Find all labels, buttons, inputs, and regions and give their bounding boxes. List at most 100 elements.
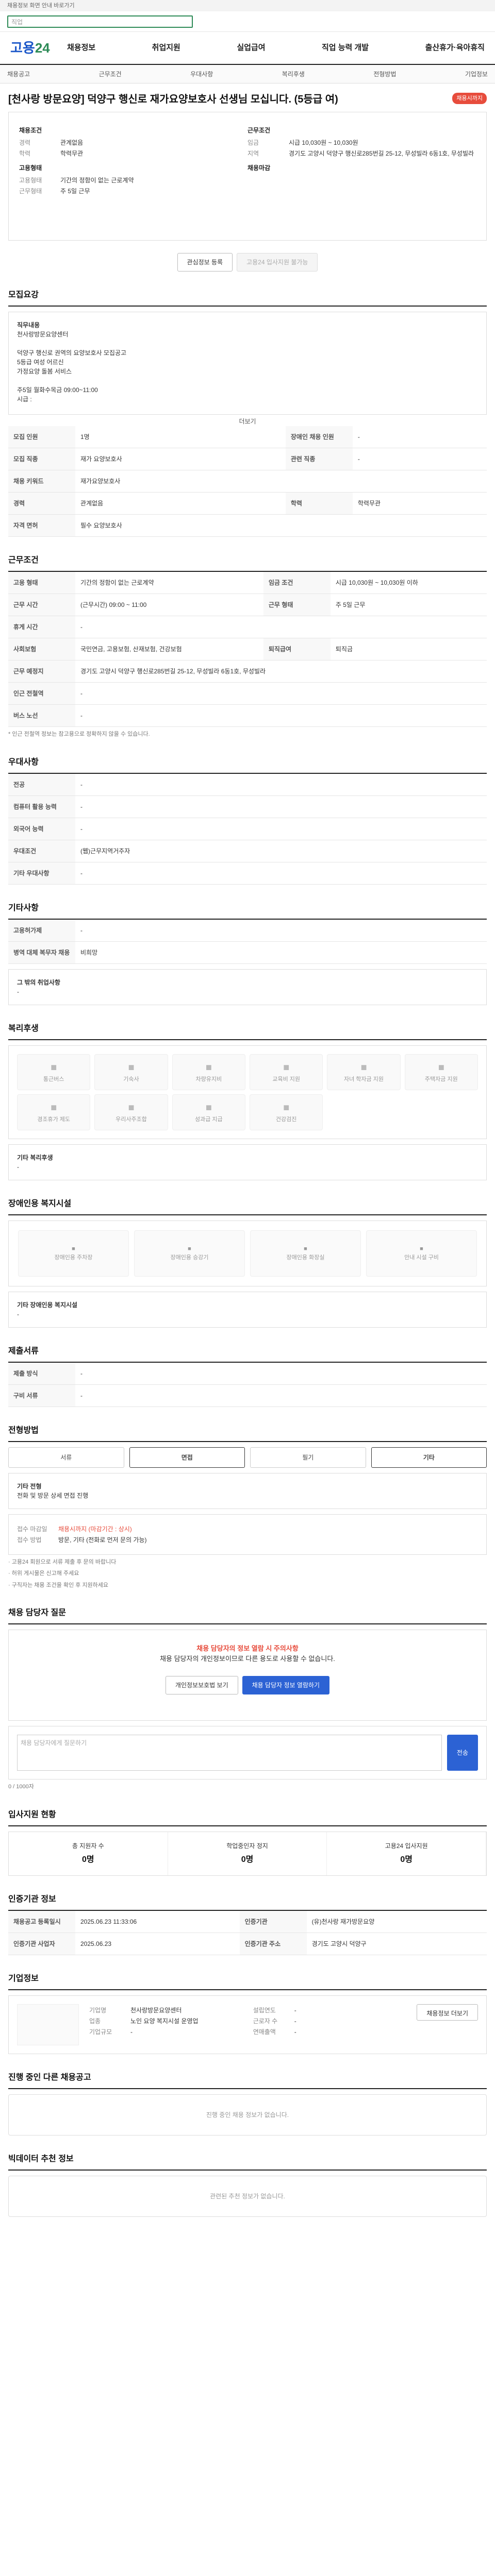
section-title: 인증기관 정보 (8, 1893, 487, 1911)
section-title: 기타사항 (8, 902, 487, 920)
menu-item[interactable]: 실업급여 (237, 42, 265, 54)
more-button[interactable]: 더보기 (8, 417, 487, 426)
key: 퇴직급여 (263, 638, 331, 660)
key: 접수 방법 (17, 1536, 42, 1544)
empty-state: 진행 중인 채용 정보가 없습니다. (8, 2094, 487, 2136)
label: 우리사주조합 (116, 1116, 147, 1123)
tab[interactable]: 근무조건 (99, 70, 122, 79)
label: 그 밖의 취업사항 (17, 978, 60, 986)
value: - (294, 2017, 296, 2025)
screen-card: 기타 전형 전화 및 방문 상세 면접 진행 (8, 1472, 487, 1509)
section-title: 근무조건 (8, 554, 487, 572)
label: 통근버스 (43, 1076, 64, 1083)
kv: 기업규모 - (89, 2027, 243, 2037)
company-more-button[interactable]: 채용정보 더보기 (417, 2004, 478, 2021)
table-row: 제출 방식 - (8, 1362, 487, 1385)
search-input[interactable]: 직업 (7, 15, 193, 28)
value: 노인 요양 복지시설 운영업 (130, 2017, 199, 2025)
document-section: 제출서류 제출 방식 - 구비 서류 - (8, 1345, 487, 1407)
key: 기업규모 (89, 2028, 112, 2036)
logo-accent: 24 (35, 40, 50, 56)
value: 퇴직금 (330, 638, 487, 660)
key: 전공 (8, 773, 75, 796)
key: 지역 (248, 150, 259, 157)
menu-item[interactable]: 채용정보 (67, 42, 95, 54)
inquiry-warning: 채용 담당자의 정보 열람 시 주의사항 채용 담당자의 개인정보이므로 다른 … (8, 1630, 487, 1721)
value: - (75, 773, 487, 796)
key: 모집 직종 (8, 448, 75, 470)
question-input[interactable]: 채용 담당자에게 질문하기 (17, 1735, 442, 1771)
welfare-item: ■ 경조휴가 제도 (17, 1094, 91, 1130)
key: 경력 (19, 139, 31, 146)
value: - (75, 862, 487, 885)
tab[interactable]: 복리후생 (282, 70, 305, 79)
note: * 인근 전철역 정보는 참고용으로 정확하지 않을 수 있습니다. (8, 731, 150, 737)
table-row: 외국어 능력 - (8, 818, 487, 840)
value: 주 5일 근무 (330, 594, 487, 616)
menu-item[interactable]: 직업 능력 개발 (322, 42, 369, 54)
logo-text: 고용 (10, 40, 35, 56)
value: 채용시까지 (마감기간 : 상시) (58, 1525, 132, 1533)
table-row: 컴퓨터 활용 능력 - (8, 795, 487, 818)
table-row: 고용허가제 - (8, 919, 487, 942)
value: 2025.06.23 11:33:06 (75, 1910, 240, 1933)
stat: 고용24 입사지원 0명 (327, 1832, 487, 1875)
table-row: 우대조건 (웹)근무지역거주자 (8, 840, 487, 862)
disability-card: 기타 장애인용 복지시설 - (8, 1291, 487, 1328)
search-area: 직업 (0, 11, 495, 32)
welfare-item: ■ 성과급 지급 (172, 1094, 245, 1130)
key: 근무 시간 (8, 594, 75, 616)
menu-item[interactable]: 출산휴가·육아휴직 (425, 42, 485, 54)
apply-stats: 총 지원자 수 0명 학업중인자 정지 0명 고용24 입사지원 0명 (8, 1831, 487, 1876)
key: 구비 서류 (8, 1384, 75, 1407)
coin-icon: ■ (205, 1102, 212, 1114)
apply-button[interactable]: 고용24 입사지원 불가능 (237, 253, 318, 272)
welfare-item: ■ 건강검진 (249, 1094, 323, 1130)
document-table: 제출 방식 - 구비 서류 - (8, 1362, 487, 1407)
key: 근무 형태 (263, 594, 331, 616)
welfare-item: ■ 주택자금 지원 (404, 1054, 478, 1090)
char-count: 0 / 1000자 (8, 1784, 34, 1790)
value: 시급 10,030원 ~ 10,030원 (289, 139, 358, 146)
key: 채용 키워드 (8, 470, 75, 493)
view-contact-button[interactable]: 채용 담당자 정보 열람하기 (242, 1676, 330, 1694)
key: 외국어 능력 (8, 818, 75, 840)
value: (유)천사랑 재가방문요양 (306, 1910, 487, 1933)
bookmark-button[interactable]: 관심정보 등록 (177, 253, 233, 272)
label: 장애인용 주차장 (54, 1254, 93, 1261)
menu-item[interactable]: 취업지원 (152, 42, 180, 54)
value: 국민연금, 고용보험, 산재보험, 건강보험 (75, 638, 263, 660)
kv: 경력 관계없음 (19, 138, 248, 147)
tab[interactable]: 채용공고 (7, 70, 30, 79)
kv: 연매출액 - (253, 2027, 407, 2037)
label: 기숙사 (123, 1076, 139, 1083)
key: 업종 (89, 2017, 101, 2025)
value: 경기도 고양시 덕양구 행신로285번길 25-12, 무성빌라 6동1호, 무… (75, 660, 487, 683)
tab[interactable]: 우대사항 (190, 70, 213, 79)
value: 재가요양보호사 (75, 470, 487, 493)
label: 차량유지비 (195, 1076, 222, 1083)
value: 방문, 기타 (전화로 먼저 문의 가능) (58, 1536, 147, 1544)
key: 고용 형태 (8, 572, 75, 594)
facility-item: ■ 장애인용 주차장 (18, 1230, 129, 1277)
privacy-button[interactable]: 개인정보보호법 보기 (165, 1676, 238, 1694)
key: 기업명 (89, 2006, 107, 2014)
tab[interactable]: 기업정보 (465, 70, 488, 79)
label: 건강검진 (275, 1116, 297, 1123)
tab[interactable]: 전형방법 (373, 70, 396, 79)
key: 근무형태 (19, 188, 42, 195)
value: - (17, 1310, 19, 1318)
description-text: 천사랑방문요양센터 덕양구 행신로 권역의 요양보호사 모집공고 5등급 여성 … (17, 331, 127, 403)
key: 임금 조건 (263, 572, 331, 594)
value: - (75, 616, 487, 638)
section-title: 채용 담당자 질문 (8, 1607, 487, 1624)
logo[interactable]: 고용24 (10, 38, 67, 58)
label: 고용형태 (19, 164, 42, 172)
key: 학력 (19, 150, 31, 157)
section-title: 제출서류 (8, 1345, 487, 1363)
apply-section: 입사지원 현황 총 지원자 수 0명 학업중인자 정지 0명 고용24 입사지원 0명 (8, 1809, 487, 1876)
label: 안내 시설 구비 (404, 1254, 439, 1261)
label: 채용조건 (19, 127, 42, 134)
submit-button[interactable]: 전송 (447, 1735, 478, 1771)
kv: 업종 노인 요양 복지시설 운영업 (89, 2016, 243, 2026)
